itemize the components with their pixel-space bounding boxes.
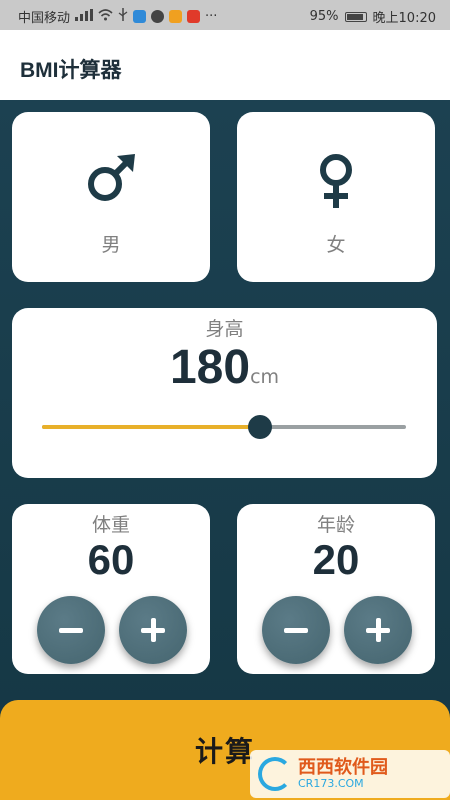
watermark-sub-text: CR173.COM <box>298 776 364 790</box>
age-increase-button[interactable] <box>344 596 412 664</box>
height-unit: cm <box>250 366 280 388</box>
more-icon: ··· <box>205 9 218 24</box>
app-icon <box>169 10 183 23</box>
height-value: 180 <box>169 341 251 394</box>
minus-icon <box>59 627 83 633</box>
battery-icon <box>344 11 367 22</box>
app-title: BMI计算器 <box>20 59 122 82</box>
weight-increase-button[interactable] <box>119 596 187 664</box>
app-icon <box>187 10 201 23</box>
watermark-logo-icon <box>258 757 292 791</box>
wifi-icon <box>98 8 113 25</box>
weight-label: 体重 <box>91 514 130 536</box>
status-bar: 中国移动 ··· 95% 晚上10:20 <box>0 0 450 30</box>
clock: 晚上10:20 <box>372 11 436 26</box>
age-label: 年龄 <box>316 514 355 536</box>
height-label: 身高 <box>205 318 244 340</box>
female-label: 女 <box>326 234 346 256</box>
weight-decrease-button[interactable] <box>37 596 105 664</box>
status-left: 中国移动 ··· <box>18 7 217 26</box>
carrier-name: 中国移动 <box>18 11 71 26</box>
male-label: 男 <box>101 234 121 256</box>
main-content: 男 女 身高 180cm 体重 60 年龄 20 计算 <box>0 100 450 800</box>
weight-value: 60 <box>87 536 135 583</box>
age-value: 20 <box>312 536 360 583</box>
watermark: 西西软件园 CR173.COM <box>250 750 450 798</box>
app-icon <box>133 10 147 23</box>
female-card[interactable]: 女 <box>237 112 435 282</box>
height-card: 身高 180cm <box>12 308 437 478</box>
signal-icon <box>75 8 94 25</box>
height-slider[interactable] <box>42 415 406 439</box>
male-symbol-icon <box>85 152 137 208</box>
plus-icon <box>366 618 390 642</box>
calculate-label: 计算 <box>194 735 255 768</box>
age-decrease-button[interactable] <box>262 596 330 664</box>
status-right: 95% 晚上10:20 <box>310 7 436 26</box>
usb-icon <box>118 8 128 25</box>
plus-icon <box>141 618 165 642</box>
battery-percent: 95% <box>309 9 339 24</box>
minus-icon <box>284 627 308 633</box>
height-slider-thumb[interactable] <box>248 415 273 439</box>
age-card: 年龄 20 <box>237 504 435 674</box>
app-bar: BMI计算器 <box>0 30 450 100</box>
height-slider-fill <box>42 425 261 429</box>
app-icon <box>151 10 165 23</box>
female-symbol-icon <box>314 152 358 214</box>
weight-card: 体重 60 <box>12 504 210 674</box>
male-card[interactable]: 男 <box>12 112 210 282</box>
height-value-row: 180cm <box>12 340 437 395</box>
watermark-main-text: 西西软件园 <box>298 757 388 779</box>
